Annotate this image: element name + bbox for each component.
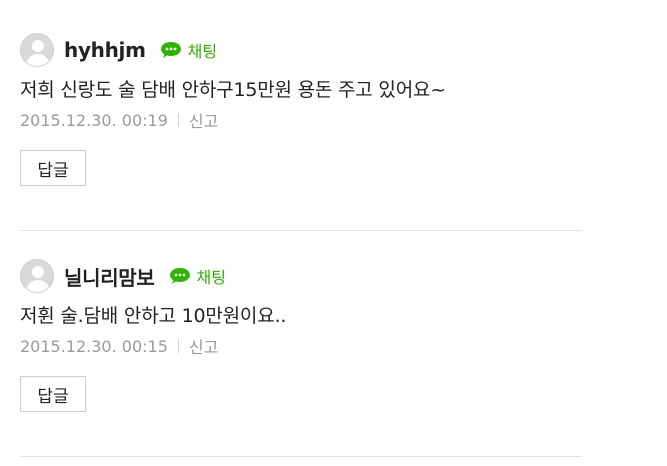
comment-meta: 2015.12.30. 00:19 신고 [20, 108, 582, 132]
comment-header: hyhhjm 채팅 [20, 30, 582, 70]
chat-label: 채팅 [196, 268, 226, 287]
timestamp: 2015.12.30. 00:19 [20, 110, 168, 130]
divider [20, 456, 582, 457]
reply-button[interactable]: 답글 [20, 376, 86, 412]
chat-button[interactable]: 채팅 [169, 264, 226, 288]
chat-button[interactable]: 채팅 [160, 38, 217, 62]
default-profile-icon[interactable] [20, 259, 54, 293]
report-link[interactable]: 신고 [189, 334, 218, 358]
comment-item: hyhhjm 채팅 저희 신랑도 술 담배 안하구15만원 용돈 주고 있어요~… [20, 30, 582, 186]
timestamp: 2015.12.30. 00:15 [20, 336, 168, 356]
comment-header: 닐니리맘보 채팅 [20, 256, 582, 296]
comment-item: 닐니리맘보 채팅 저휜 술.담배 안하고 10만원이요.. 2015.12.30… [20, 256, 582, 412]
comment-list: hyhhjm 채팅 저희 신랑도 술 담배 안하구15만원 용돈 주고 있어요~… [0, 0, 667, 466]
comment-meta: 2015.12.30. 00:15 신고 [20, 334, 582, 358]
meta-divider [177, 339, 179, 353]
meta-divider [177, 113, 179, 127]
comment-text: 저희 신랑도 술 담배 안하구15만원 용돈 주고 있어요~ [20, 79, 446, 101]
default-profile-icon[interactable] [20, 33, 54, 67]
username[interactable]: hyhhjm [64, 38, 146, 62]
report-link[interactable]: 신고 [189, 108, 218, 132]
username[interactable]: 닐니리맘보 [64, 262, 155, 291]
comment-text: 저휜 술.담배 안하고 10만원이요.. [20, 305, 287, 327]
reply-button[interactable]: 답글 [20, 150, 86, 186]
chat-bubble-icon [160, 42, 181, 58]
divider [20, 230, 582, 231]
chat-label: 채팅 [187, 42, 218, 61]
chat-bubble-icon [169, 268, 190, 284]
